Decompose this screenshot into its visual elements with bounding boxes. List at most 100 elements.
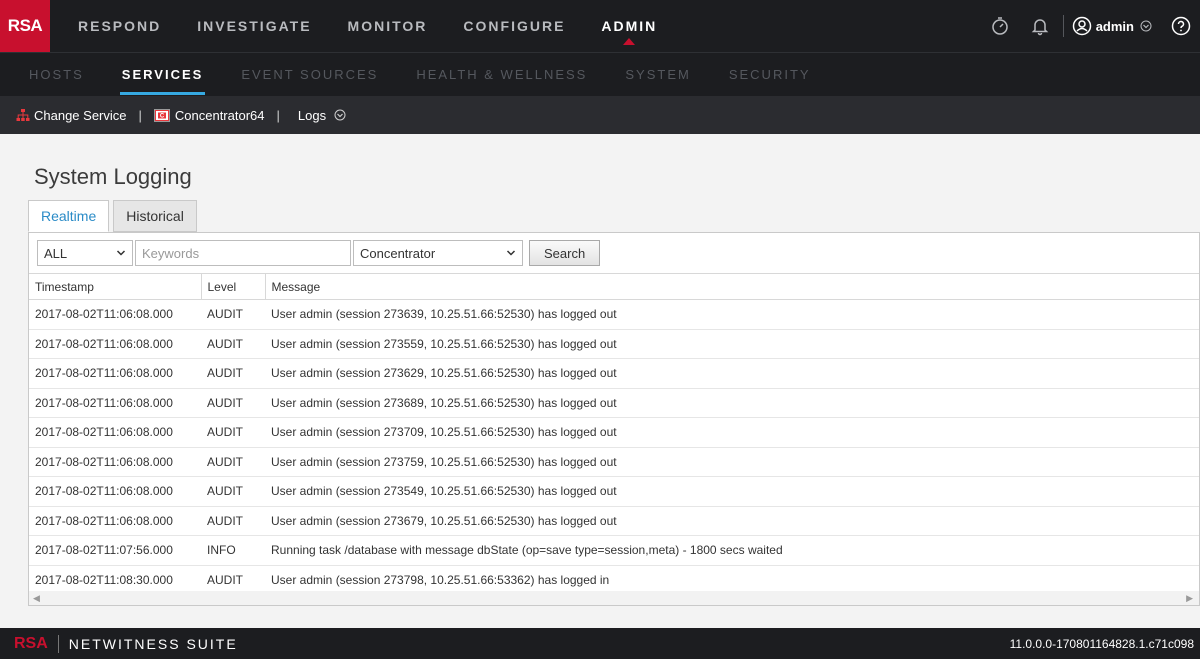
cell-level: AUDIT xyxy=(201,476,265,507)
nav-separator xyxy=(1062,15,1064,37)
service-toolbar: Change Service | C Concentrator64 | Logs xyxy=(0,96,1200,134)
cell-message: User admin (session 273549, 10.25.51.66:… xyxy=(265,476,1199,507)
toolbar-separator: | xyxy=(138,107,142,123)
cell-level: AUDIT xyxy=(201,447,265,477)
footer-version: 11.0.0.0-170801164828.1.c71c098 xyxy=(1009,636,1194,651)
column-header-message[interactable]: Message xyxy=(264,273,1199,300)
cell-timestamp: 2017-08-02T11:06:08.000 xyxy=(29,447,201,477)
subnav-event-sources[interactable]: EVENT SOURCES xyxy=(222,53,397,97)
cell-message: User admin (session 273559, 10.25.51.66:… xyxy=(265,329,1199,359)
cell-level: AUDIT xyxy=(201,329,265,359)
subnav-services[interactable]: SERVICES xyxy=(103,53,223,97)
cell-timestamp: 2017-08-02T11:07:56.000 xyxy=(29,535,201,566)
keywords-placeholder: Keywords xyxy=(142,245,200,261)
log-grid-container: ALL Keywords Concentrator Search Timesta… xyxy=(28,232,1200,606)
nav-monitor[interactable]: MONITOR xyxy=(330,0,446,52)
service-name-button[interactable]: C Concentrator64 xyxy=(153,107,265,123)
subnav-health-wellness[interactable]: HEALTH & WELLNESS xyxy=(397,53,606,97)
horizontal-scrollbar[interactable]: ◀ ▶ xyxy=(29,591,1199,605)
log-table-body: 2017-08-02T11:06:08.000 AUDIT User admin (… xyxy=(29,299,1199,595)
chevron-down-icon xyxy=(1140,20,1152,32)
logging-tabs: Realtime Historical xyxy=(28,200,197,232)
cell-message: User admin (session 273689, 10.25.51.66:… xyxy=(265,388,1199,418)
keywords-input[interactable]: Keywords xyxy=(135,240,351,266)
cell-timestamp: 2017-08-02T11:06:08.000 xyxy=(29,299,201,330)
level-select-value: ALL xyxy=(44,245,68,261)
cell-timestamp: 2017-08-02T11:06:08.000 xyxy=(29,506,201,536)
username: admin xyxy=(1095,18,1134,34)
search-button[interactable]: Search xyxy=(529,240,601,266)
cell-level: AUDIT xyxy=(201,358,265,389)
change-service-button[interactable]: Change Service xyxy=(16,108,127,123)
page-title: System Logging xyxy=(34,164,192,189)
user-avatar-icon xyxy=(1072,16,1092,36)
top-nav: RSA RESPOND INVESTIGATE MONITOR CONFIGUR… xyxy=(0,0,1200,52)
table-row[interactable]: 2017-08-02T11:06:08.000 AUDIT User admin (… xyxy=(29,447,1199,477)
help-icon[interactable] xyxy=(1166,11,1196,41)
cell-timestamp: 2017-08-02T11:06:08.000 xyxy=(29,358,201,389)
table-row[interactable]: 2017-08-02T11:07:56.000 INFO Running task … xyxy=(29,535,1199,566)
cell-message: User admin (session 273639, 10.25.51.66:… xyxy=(265,299,1199,330)
table-row[interactable]: 2017-08-02T11:06:08.000 AUDIT User admin (… xyxy=(29,358,1199,389)
service-name: Concentrator64 xyxy=(174,107,265,123)
tab-historical[interactable]: Historical xyxy=(113,200,197,232)
rsa-logo: RSA xyxy=(0,0,50,52)
cell-timestamp: 2017-08-02T11:06:08.000 xyxy=(29,476,201,507)
nav-admin[interactable]: ADMIN xyxy=(583,0,675,52)
column-header-level[interactable]: Level xyxy=(200,273,265,300)
concentrator-icon: C xyxy=(153,108,170,122)
chevron-down-icon xyxy=(334,109,346,121)
filter-bar: ALL Keywords Concentrator Search xyxy=(37,239,601,267)
service-select-value: Concentrator xyxy=(360,245,436,261)
cell-message: User admin (session 273629, 10.25.51.66:… xyxy=(265,358,1199,389)
subnav-system[interactable]: SYSTEM xyxy=(606,53,709,97)
table-row[interactable]: 2017-08-02T11:06:08.000 AUDIT User admin (… xyxy=(29,299,1199,330)
logs-dropdown[interactable]: Logs xyxy=(298,108,346,123)
cell-level: AUDIT xyxy=(201,299,265,330)
column-header-timestamp[interactable]: Timestamp xyxy=(29,273,201,300)
cell-level: AUDIT xyxy=(201,388,265,418)
nav-configure[interactable]: CONFIGURE xyxy=(445,0,583,52)
top-nav-right: admin xyxy=(985,0,1200,52)
cell-message: User admin (session 273759, 10.25.51.66:… xyxy=(265,447,1199,477)
subnav-hosts[interactable]: HOSTS xyxy=(10,53,103,97)
footer-rsa-logo: RSA xyxy=(14,634,48,652)
level-select[interactable]: ALL xyxy=(37,240,133,266)
user-menu-button[interactable]: admin xyxy=(1072,16,1152,36)
svg-text:C: C xyxy=(160,113,165,119)
cell-level: INFO xyxy=(201,535,265,566)
hierarchy-icon xyxy=(16,108,30,122)
log-table: Timestamp Level Message 2017-08-02T11:06… xyxy=(29,273,1199,595)
tab-realtime[interactable]: Realtime xyxy=(28,200,110,232)
chevron-down-icon xyxy=(506,249,516,257)
footer-divider xyxy=(57,634,59,653)
sub-nav: HOSTS SERVICES EVENT SOURCES HEALTH & WE… xyxy=(0,52,1200,96)
main-content: System Logging Realtime Historical ALL K… xyxy=(0,134,1200,628)
subnav-security[interactable]: SECURITY xyxy=(710,53,830,97)
cell-message: User admin (session 273679, 10.25.51.66:… xyxy=(265,506,1199,536)
table-row[interactable]: 2017-08-02T11:06:08.000 AUDIT User admin (… xyxy=(29,388,1199,418)
table-row[interactable]: 2017-08-02T11:06:08.000 AUDIT User admin (… xyxy=(29,476,1199,507)
table-row[interactable]: 2017-08-02T11:06:08.000 AUDIT User admin (… xyxy=(29,329,1199,359)
chevron-down-icon xyxy=(116,249,126,257)
cell-message: Running task /database with message dbSt… xyxy=(265,535,1199,566)
bell-icon[interactable] xyxy=(1025,11,1055,41)
nav-respond[interactable]: RESPOND xyxy=(60,0,179,52)
timer-icon[interactable] xyxy=(985,11,1015,41)
cell-level: AUDIT xyxy=(201,417,265,448)
table-header-row: Timestamp Level Message xyxy=(29,273,1199,300)
footer-product-name: NETWITNESS SUITE xyxy=(68,635,238,652)
cell-timestamp: 2017-08-02T11:06:08.000 xyxy=(29,329,201,359)
service-select[interactable]: Concentrator xyxy=(353,240,523,266)
toolbar-separator: | xyxy=(276,107,280,123)
nav-investigate[interactable]: INVESTIGATE xyxy=(179,0,329,52)
table-row[interactable]: 2017-08-02T11:06:08.000 AUDIT User admin (… xyxy=(29,417,1199,448)
scroll-left-icon[interactable]: ◀ xyxy=(33,593,40,604)
scroll-right-icon[interactable]: ▶ xyxy=(1186,593,1193,604)
cell-level: AUDIT xyxy=(201,506,265,536)
change-service-label: Change Service xyxy=(34,107,127,123)
table-row[interactable]: 2017-08-02T11:06:08.000 AUDIT User admin (… xyxy=(29,506,1199,536)
cell-timestamp: 2017-08-02T11:06:08.000 xyxy=(29,417,201,448)
system-logging-panel: System Logging Realtime Historical ALL K… xyxy=(26,134,1200,628)
cell-timestamp: 2017-08-02T11:06:08.000 xyxy=(29,388,201,418)
